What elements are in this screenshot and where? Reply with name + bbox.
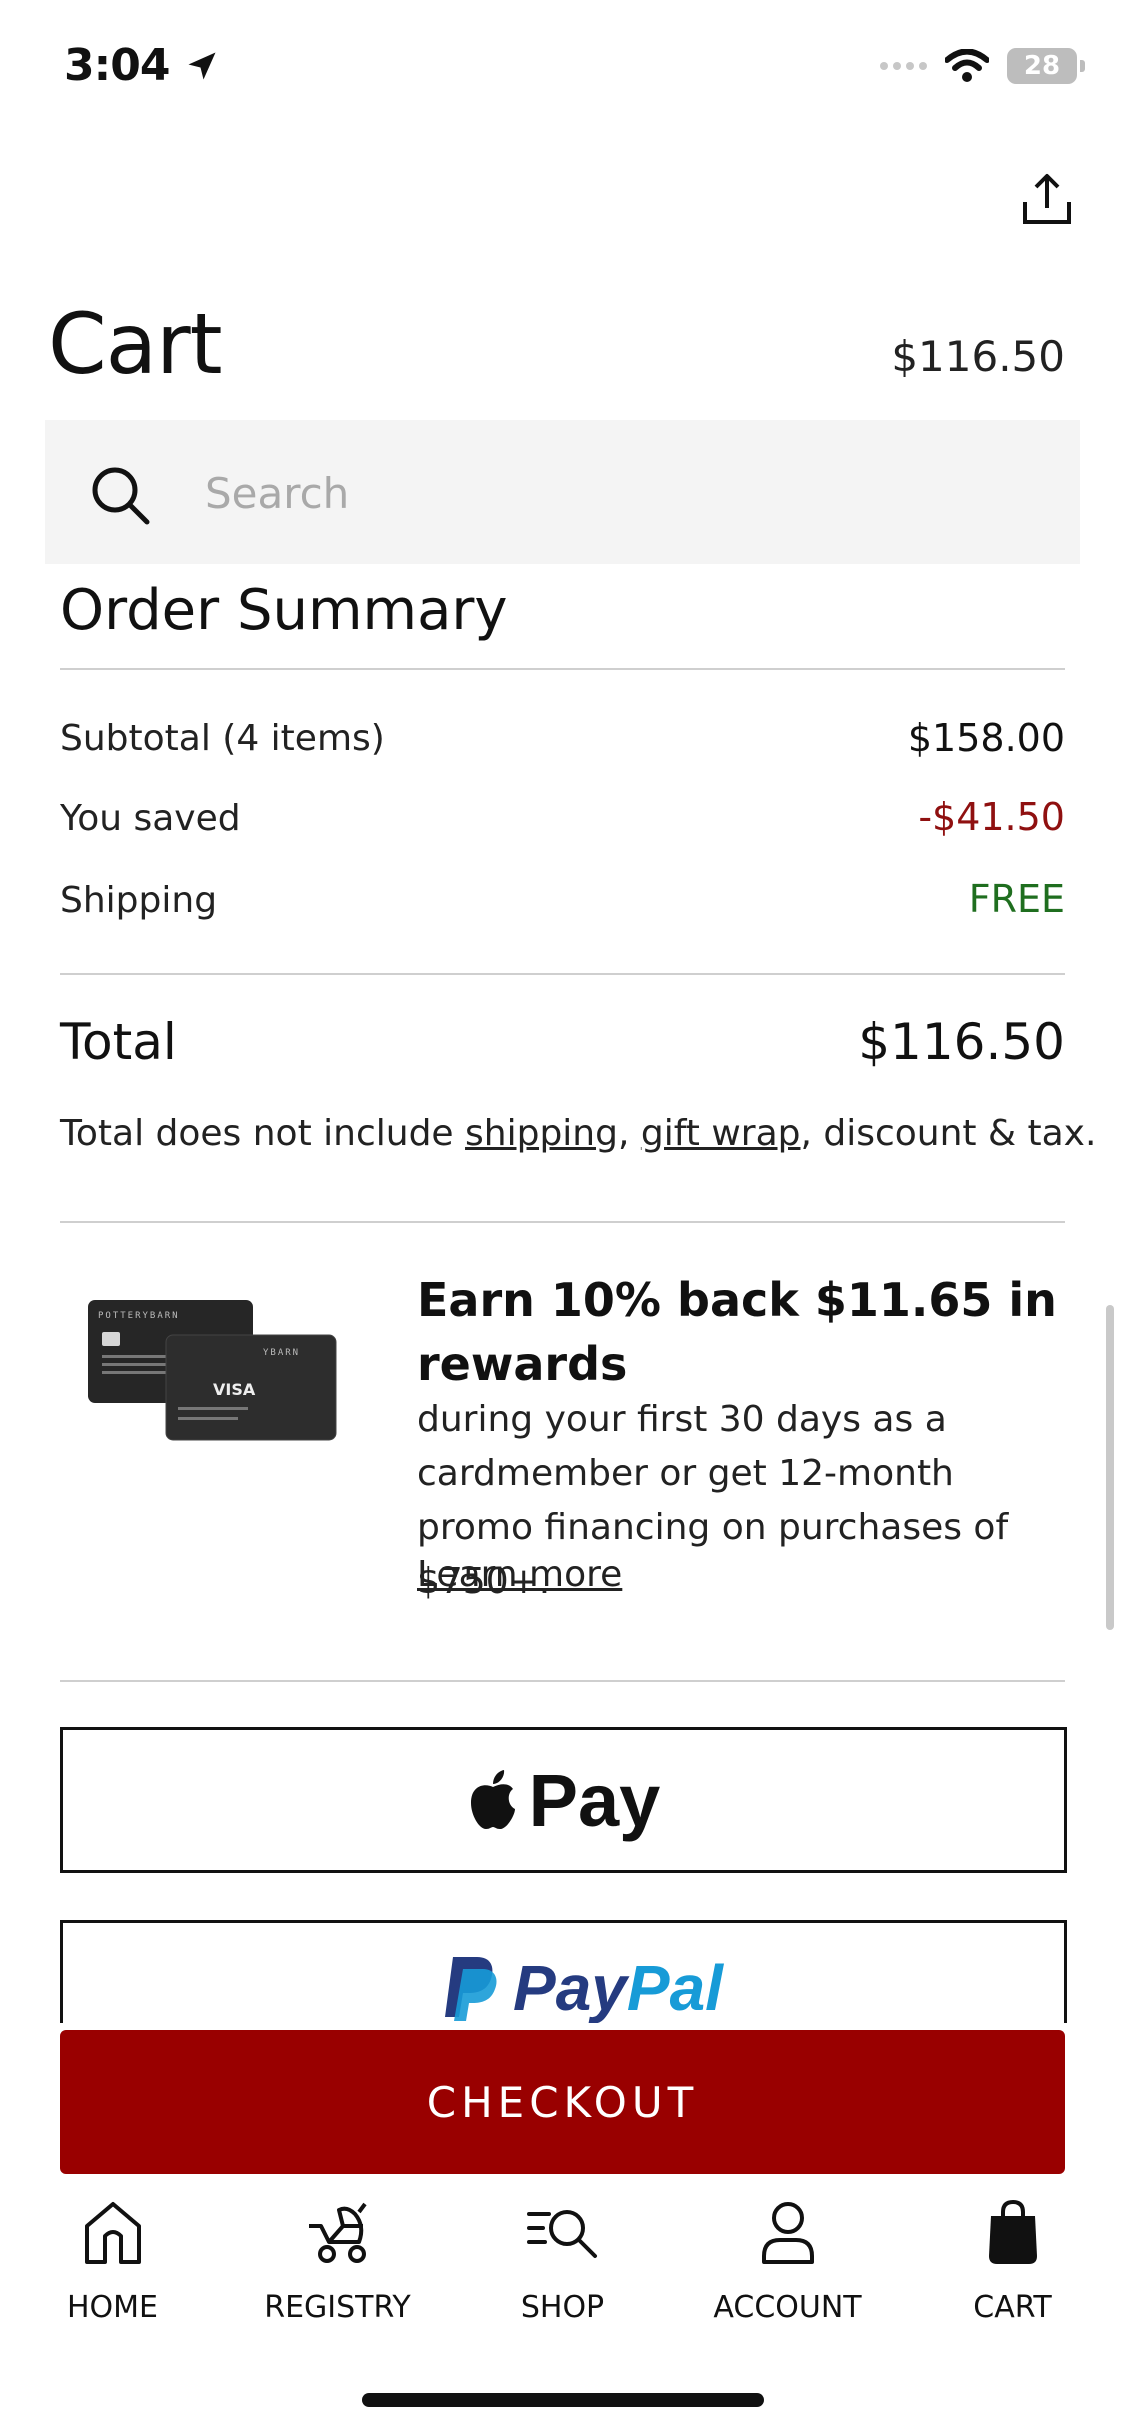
total-note: Total does not include shipping, gift wr…	[60, 1113, 1096, 1154]
tab-bar: HOME REGISTRY SHOP ACCOUNT CART	[0, 2190, 1125, 2370]
share-icon[interactable]	[1017, 170, 1077, 230]
total-label: Total	[60, 1013, 177, 1071]
tab-account-label: ACCOUNT	[713, 2290, 862, 2325]
home-icon	[84, 2202, 141, 2264]
location-arrow-icon	[188, 52, 216, 80]
status-indicators: 28	[880, 48, 1085, 84]
saved-label: You saved	[60, 798, 241, 839]
scrollbar[interactable]	[1106, 1305, 1114, 1630]
order-summary-title: Order Summary	[60, 578, 508, 643]
credit-card-image: POTTERYBARN YBARN VISA	[88, 1300, 337, 1441]
shipping-label: Shipping	[60, 880, 218, 921]
subtotal-value: $158.00	[907, 716, 1065, 760]
divider	[60, 1680, 1065, 1682]
page-title: Cart	[48, 295, 223, 393]
shipping-value: FREE	[968, 877, 1065, 921]
tab-account[interactable]: ACCOUNT	[675, 2190, 900, 2370]
header-cart-total: $116.50	[891, 332, 1065, 381]
paypal-wordmark-pay: Pay	[513, 1952, 627, 2023]
card-brand-text: VISA	[213, 1380, 256, 1399]
divider	[60, 973, 1065, 975]
total-note-text: Total does not include	[60, 1113, 466, 1154]
subtotal-label: Subtotal (4 items)	[60, 718, 385, 759]
bag-icon	[988, 2200, 1037, 2264]
shipping-link[interactable]: shipping	[465, 1113, 618, 1154]
tab-cart-label: CART	[973, 2290, 1052, 2325]
search-bar[interactable]	[45, 420, 1080, 564]
tab-registry-label: REGISTRY	[264, 2290, 411, 2325]
divider	[60, 1221, 1065, 1223]
tab-home[interactable]: HOME	[0, 2190, 225, 2370]
status-time-text: 3:04	[64, 40, 170, 91]
search-icon	[92, 467, 150, 525]
svg-text:POTTERYBARN: POTTERYBARN	[98, 1311, 180, 1321]
paypal-wordmark-pal: Pal	[626, 1952, 723, 2023]
cellular-signal-icon	[880, 62, 927, 70]
total-value: $116.50	[858, 1013, 1065, 1071]
apple-logo-icon	[470, 1770, 515, 1829]
search-input[interactable]	[203, 462, 1027, 524]
tab-home-label: HOME	[66, 2290, 158, 2325]
battery-icon: 28	[1007, 48, 1085, 84]
battery-level: 28	[1007, 48, 1077, 84]
paypal-wordmark: PayPal	[513, 1951, 723, 2023]
total-note-suffix: , discount & tax.	[800, 1113, 1097, 1154]
home-indicator[interactable]	[362, 2393, 764, 2407]
paypal-logo-icon	[445, 1957, 497, 2021]
tab-shop-label: SHOP	[520, 2290, 605, 2325]
person-icon	[761, 2202, 814, 2264]
tab-registry[interactable]: REGISTRY	[225, 2190, 450, 2370]
rewards-headline: Earn 10% back $11.65 in rewards	[417, 1273, 1057, 1391]
shop-search-icon	[526, 2210, 597, 2258]
svg-text:YBARN: YBARN	[263, 1348, 300, 1358]
tab-cart[interactable]: CART	[900, 2190, 1125, 2370]
checkout-button[interactable]: CHECKOUT	[60, 2030, 1065, 2174]
paypal-button[interactable]: PayPal	[60, 1920, 1067, 2023]
gift-wrap-link[interactable]: gift wrap	[641, 1113, 801, 1154]
learn-more-link[interactable]: Learn more	[417, 1554, 622, 1595]
apple-pay-label: Pay	[528, 1758, 661, 1842]
divider	[60, 668, 1065, 670]
status-time: 3:04	[64, 40, 220, 91]
total-note-separator: ,	[617, 1113, 641, 1154]
apple-pay-button[interactable]: Pay	[60, 1727, 1067, 1873]
stroller-icon	[308, 2202, 367, 2263]
tab-shop[interactable]: SHOP	[450, 2190, 675, 2370]
saved-value: -$41.50	[918, 795, 1065, 839]
wifi-icon	[945, 49, 989, 82]
